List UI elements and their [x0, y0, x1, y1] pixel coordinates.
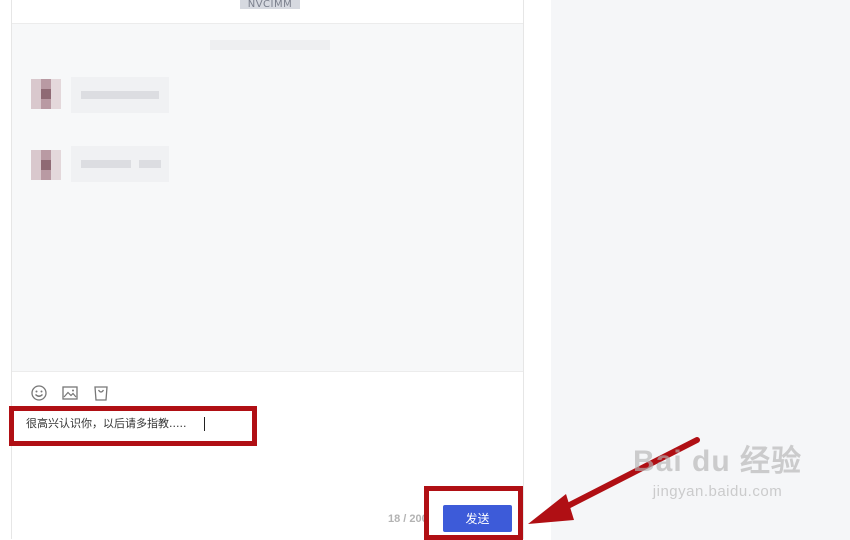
char-counter: 18 / 200	[388, 513, 428, 525]
composer: 18 / 200 发送	[12, 371, 523, 540]
timestamp-blurred	[210, 40, 330, 50]
message-text-blurred	[139, 160, 161, 168]
message-list	[12, 24, 523, 371]
chat-header: NVCIMM	[12, 0, 523, 24]
message-text-blurred	[81, 91, 159, 99]
watermark: Bai du 经验 jingyan.baidu.com	[633, 445, 802, 500]
contact-name: NVCIMM	[240, 0, 300, 9]
chat-panel: NVCIMM 很高兴认识你，以后请多指教..... 18 / 200 发送	[11, 0, 524, 540]
shopping-bag-icon[interactable]	[92, 384, 110, 402]
watermark-url: jingyan.baidu.com	[652, 483, 783, 500]
message-text-blurred	[81, 160, 131, 168]
image-icon[interactable]	[61, 384, 79, 402]
avatar	[31, 79, 61, 109]
avatar	[31, 150, 61, 180]
message-input[interactable]	[26, 413, 252, 435]
emoji-icon[interactable]	[30, 384, 48, 402]
text-caret	[204, 417, 205, 431]
watermark-brand: Bai du 经验	[632, 445, 802, 478]
send-button[interactable]: 发送	[443, 505, 512, 532]
